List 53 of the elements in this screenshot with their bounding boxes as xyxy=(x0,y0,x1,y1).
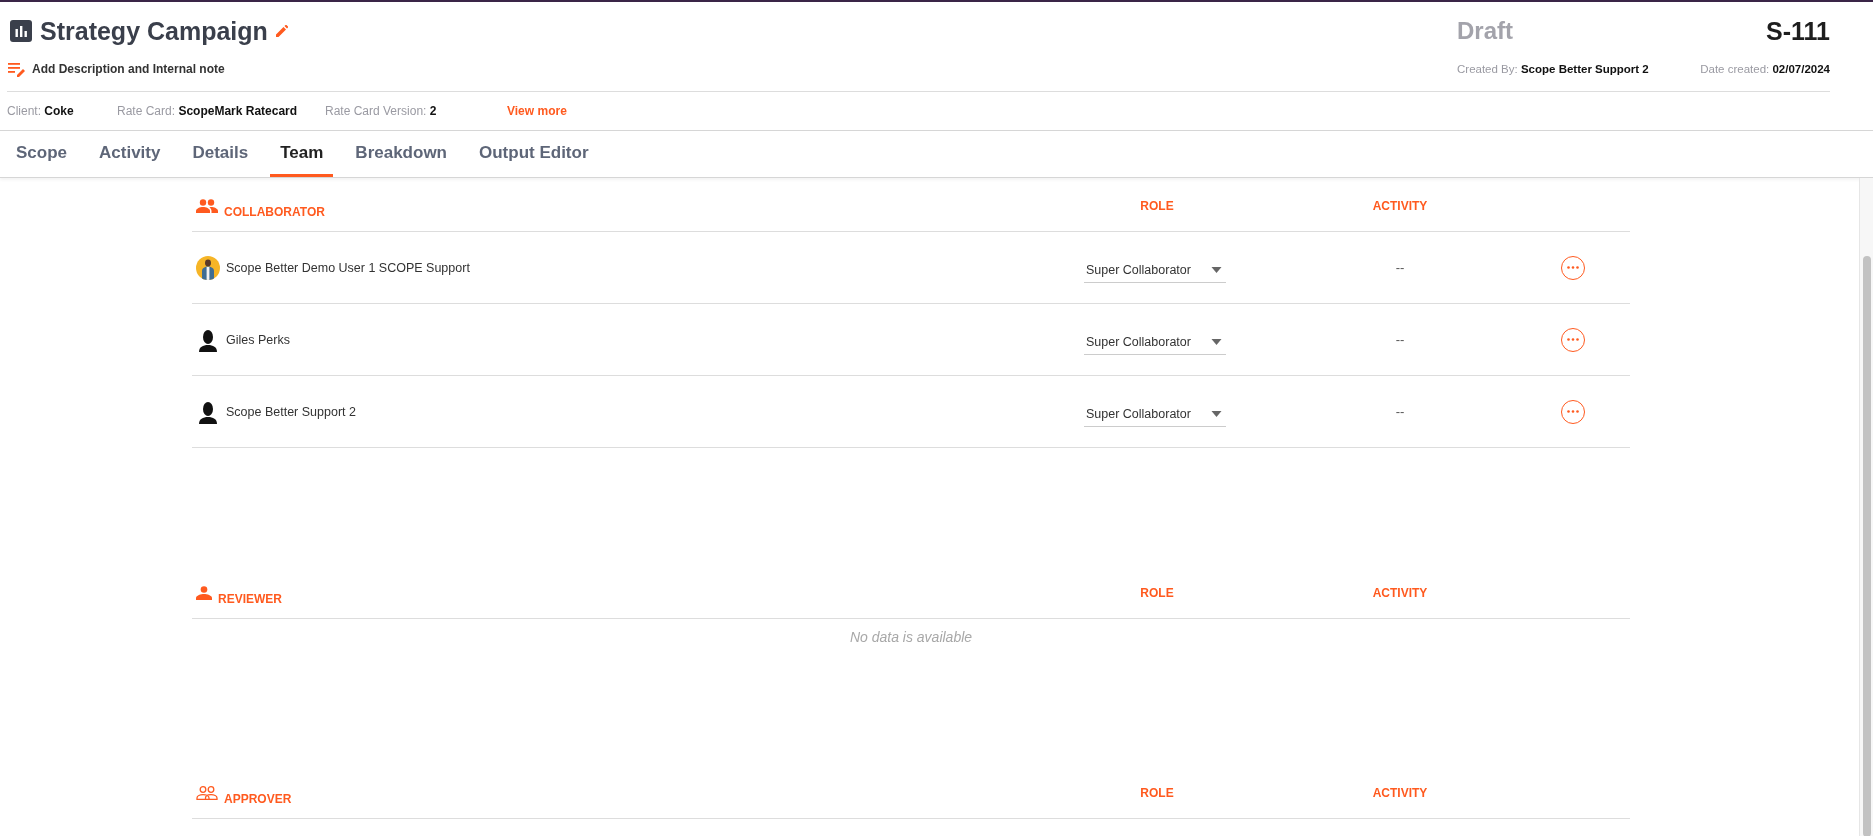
column-heading: ACTIVITY xyxy=(1372,786,1428,800)
meta-text: Rate Card Version: 2 xyxy=(325,104,438,118)
member-name: Giles Perks xyxy=(226,332,290,347)
tab[interactable]: Scope xyxy=(6,131,78,177)
activity-cell-text: -- xyxy=(1394,260,1406,275)
view-more-link[interactable]: View more xyxy=(507,104,567,118)
meta-text: Client: Coke xyxy=(7,104,75,118)
section-heading: COLLABORATOR xyxy=(224,205,325,219)
column-heading: ROLE xyxy=(1140,786,1174,800)
more-icon xyxy=(1567,338,1579,341)
edit-note-icon xyxy=(8,61,26,77)
activity-cell-text: -- xyxy=(1394,404,1406,419)
section-heading: APPROVER xyxy=(224,792,292,806)
member-name: Scope Better Support 2 xyxy=(226,404,356,419)
campaign-title: Strategy Campaign xyxy=(40,16,268,46)
tab[interactable]: Breakdown xyxy=(345,131,457,177)
scrollbar[interactable] xyxy=(1859,178,1873,836)
people-icon xyxy=(196,786,218,800)
column-heading: ACTIVITY xyxy=(1372,586,1428,600)
tab[interactable]: Team xyxy=(270,131,334,177)
role-dropdown[interactable]: Super Collaborator xyxy=(1084,328,1226,355)
caret-icon xyxy=(1211,410,1222,417)
column-heading: ROLE xyxy=(1140,199,1174,213)
column-heading: ROLE xyxy=(1140,586,1174,600)
more-button[interactable] xyxy=(1561,399,1585,424)
more-icon xyxy=(1567,266,1579,269)
edit-icon[interactable] xyxy=(275,25,288,37)
tab[interactable]: Output Editor xyxy=(469,131,599,177)
column-heading: ACTIVITY xyxy=(1372,199,1428,213)
status-text: Draft xyxy=(1457,17,1513,45)
avatar-icon xyxy=(196,399,220,424)
meta-text: Rate Card: ScopeMark Ratecard xyxy=(117,104,299,118)
person-icon xyxy=(196,586,212,600)
more-button[interactable] xyxy=(1561,327,1585,352)
caret-icon xyxy=(1211,266,1222,273)
created-by-text: Created By: Scope Better Support 2 xyxy=(1457,63,1649,75)
more-button[interactable] xyxy=(1561,255,1585,280)
more-icon xyxy=(1567,410,1579,413)
chart-icon xyxy=(10,20,32,42)
scope-code: S-111 xyxy=(1766,16,1830,46)
activity-cell-text: -- xyxy=(1394,332,1406,347)
people-icon xyxy=(196,199,218,213)
member-name: Scope Better Demo User 1 SCOPE Support xyxy=(226,260,470,275)
avatar-icon xyxy=(196,327,220,352)
tab[interactable]: Activity xyxy=(89,131,171,177)
caret-icon xyxy=(1211,338,1222,345)
add-description-link[interactable]: Add Description and Internal note xyxy=(32,62,225,76)
empty-message: No data is available xyxy=(849,629,973,645)
section-heading: REVIEWER xyxy=(218,592,282,606)
role-dropdown[interactable]: Super Collaborator xyxy=(1084,256,1226,283)
tab[interactable]: Details xyxy=(182,131,259,177)
role-dropdown[interactable]: Super Collaborator xyxy=(1084,400,1226,427)
date-created-text: Date created: 02/07/2024 xyxy=(1700,63,1830,75)
